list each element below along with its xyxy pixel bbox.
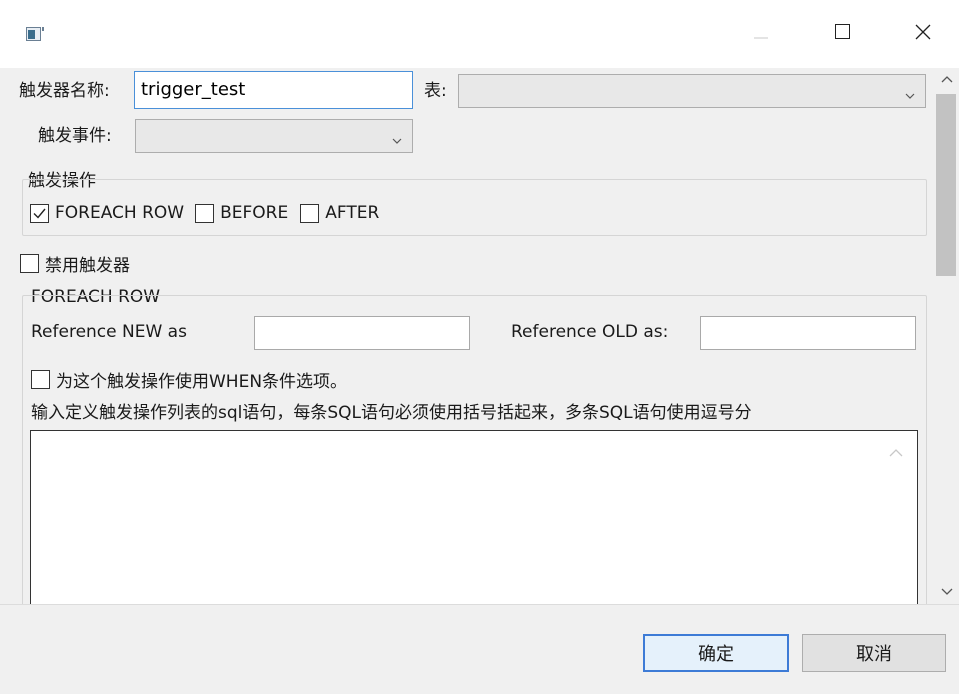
disable-trigger-label: 禁用触发器 (45, 256, 130, 276)
disable-trigger-checkbox[interactable] (20, 254, 39, 273)
chevron-down-icon (392, 131, 402, 144)
before-label: BEFORE (220, 203, 289, 223)
sql-hint-text: 输入定义触发操作列表的sql语句，每条SQL语句必须使用括号括起来，多条SQL语… (31, 403, 752, 423)
cancel-button[interactable]: 取消 (802, 634, 946, 672)
maximize-button[interactable] (819, 12, 865, 56)
trigger-name-input[interactable]: trigger_test (134, 71, 413, 109)
sql-textarea[interactable] (30, 430, 918, 604)
disable-trigger-row: 禁用触发器 (20, 251, 130, 276)
ref-new-input[interactable] (254, 316, 470, 350)
ref-old-label: Reference OLD as: (511, 322, 669, 342)
scrollbar-thumb[interactable] (936, 94, 956, 276)
checkmark-icon (33, 208, 46, 219)
trigger-event-select[interactable] (135, 119, 413, 153)
after-label: AFTER (325, 203, 380, 223)
foreach-row-label: FOREACH ROW (55, 203, 185, 223)
before-checkbox[interactable] (195, 203, 215, 223)
trigger-event-label: 触发事件: (38, 126, 112, 146)
after-checkbox[interactable] (300, 203, 320, 223)
chevron-up-icon (889, 443, 903, 463)
when-condition-label: 为这个触发操作使用WHEN条件选项。 (56, 372, 348, 392)
trigger-action-options: FOREACH ROW BEFORE AFTER (30, 203, 379, 223)
dialog-content: 触发器名称: trigger_test 表: 触发事件: 触发操作 FOREAC… (0, 68, 959, 604)
close-icon (915, 24, 931, 45)
app-window-icon (26, 27, 46, 42)
minimize-button[interactable] (738, 12, 784, 56)
table-label: 表: (424, 81, 447, 101)
foreach-row-checkbox[interactable] (30, 203, 49, 223)
when-condition-checkbox[interactable] (31, 370, 50, 389)
ref-new-label: Reference NEW as (31, 322, 187, 342)
close-button[interactable] (900, 12, 946, 56)
chevron-down-icon (905, 86, 915, 99)
ref-old-input[interactable] (700, 316, 916, 350)
scroll-up-icon[interactable] (940, 70, 954, 90)
title-bar (0, 0, 959, 68)
ok-button[interactable]: 确定 (643, 634, 789, 672)
footer-separator (0, 604, 959, 605)
table-select[interactable] (458, 74, 926, 108)
when-option-row: 为这个触发操作使用WHEN条件选项。 (31, 367, 347, 392)
maximize-icon (834, 24, 850, 44)
scroll-down-icon[interactable] (940, 583, 954, 603)
trigger-name-label: 触发器名称: (19, 81, 110, 101)
minimize-icon (754, 24, 768, 44)
